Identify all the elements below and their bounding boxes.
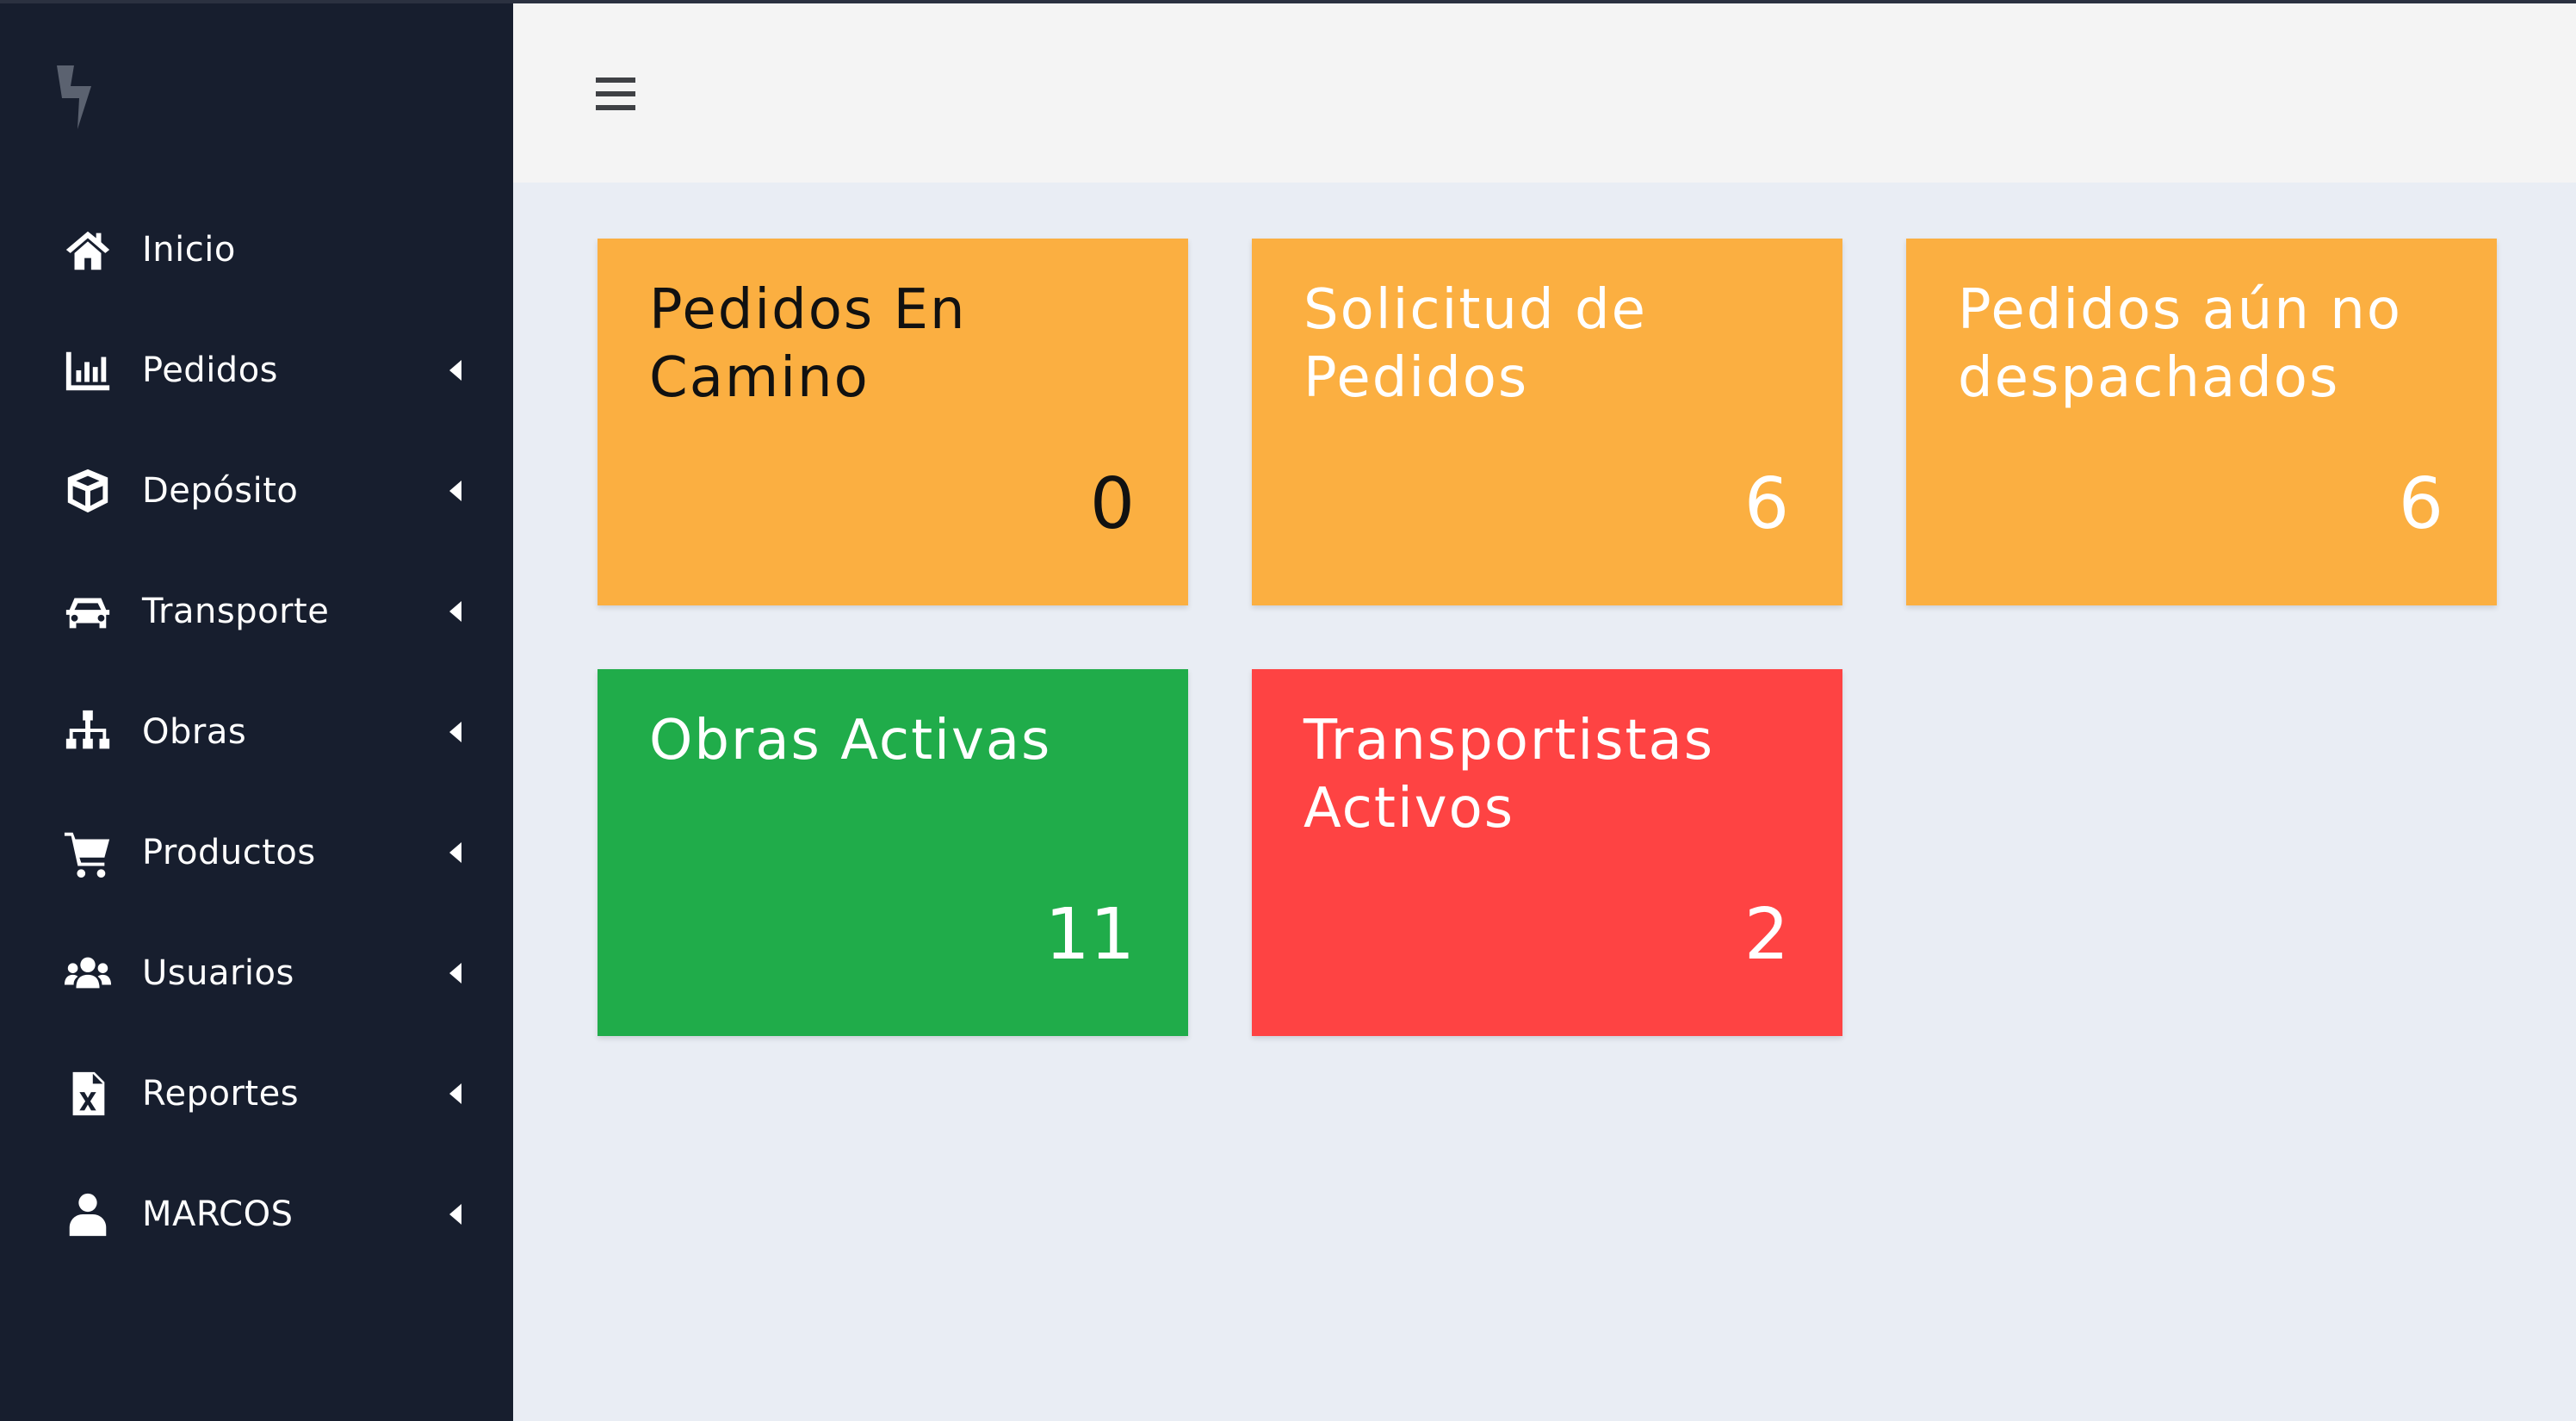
bolt-logo-icon[interactable] — [53, 65, 98, 129]
sidebar-item-marcos[interactable]: MARCOS — [0, 1171, 513, 1257]
car-icon — [62, 586, 114, 637]
card-title: Obras Activas — [649, 709, 1052, 773]
bar-chart-icon — [62, 344, 114, 396]
sidebar-item-productos[interactable]: Productos — [0, 810, 513, 896]
caret-left-icon — [449, 360, 461, 381]
stat-card-pedidos-en-camino[interactable]: Pedidos En Camino 0 — [598, 239, 1188, 605]
users-icon — [62, 947, 114, 999]
sidebar-item-label: Productos — [142, 833, 316, 872]
caret-left-icon — [449, 1204, 461, 1225]
card-title: Pedidos aún no despachados — [1958, 278, 2402, 410]
user-icon — [62, 1188, 114, 1240]
sidebar-item-inicio[interactable]: Inicio — [0, 207, 513, 293]
caret-left-icon — [449, 842, 461, 863]
box-icon — [62, 465, 114, 517]
stat-card-obras-activas[interactable]: Obras Activas 11 — [598, 669, 1188, 1036]
sidebar-item-label: Pedidos — [142, 351, 279, 390]
caret-left-icon — [449, 481, 461, 501]
sidebar-item-label: Depósito — [142, 471, 299, 511]
sidebar-item-label: Inicio — [142, 230, 236, 270]
card-title: Transportistas Activos — [1303, 709, 1715, 841]
card-title: Solicitud de Pedidos — [1303, 278, 1647, 410]
card-value: 11 — [1044, 894, 1135, 976]
card-value: 6 — [1743, 463, 1789, 545]
top-navbar — [513, 0, 2576, 183]
sidebar-item-label: Obras — [142, 712, 247, 752]
sidebar-item-pedidos[interactable]: Pedidos — [0, 327, 513, 413]
home-icon — [62, 224, 114, 276]
card-value: 2 — [1743, 894, 1789, 976]
caret-left-icon — [449, 722, 461, 742]
caret-left-icon — [449, 601, 461, 622]
card-value: 0 — [1089, 463, 1135, 545]
menu-toggle-icon[interactable] — [596, 78, 635, 110]
caret-left-icon — [449, 963, 461, 984]
shopping-cart-icon — [62, 827, 114, 878]
sitemap-icon — [62, 706, 114, 758]
sidebar: Inicio Pedidos Depósito Transporte Obras — [0, 0, 513, 1421]
sidebar-item-deposito[interactable]: Depósito — [0, 448, 513, 534]
sidebar-item-reportes[interactable]: Reportes — [0, 1051, 513, 1137]
stat-card-pedidos-no-despachados[interactable]: Pedidos aún no despachados 6 — [1906, 239, 2497, 605]
sidebar-item-label: MARCOS — [142, 1195, 294, 1234]
sidebar-item-transporte[interactable]: Transporte — [0, 568, 513, 655]
sidebar-item-label: Transporte — [142, 592, 330, 631]
sidebar-item-obras[interactable]: Obras — [0, 689, 513, 775]
caret-left-icon — [449, 1083, 461, 1104]
sidebar-item-label: Reportes — [142, 1074, 300, 1114]
stat-card-transportistas-activos[interactable]: Transportistas Activos 2 — [1252, 669, 1842, 1036]
card-value: 6 — [2398, 463, 2443, 545]
sidebar-item-label: Usuarios — [142, 953, 294, 993]
excel-file-icon — [62, 1068, 114, 1120]
sidebar-item-usuarios[interactable]: Usuarios — [0, 930, 513, 1016]
stat-card-solicitud-de-pedidos[interactable]: Solicitud de Pedidos 6 — [1252, 239, 1842, 605]
card-title: Pedidos En Camino — [649, 278, 967, 410]
